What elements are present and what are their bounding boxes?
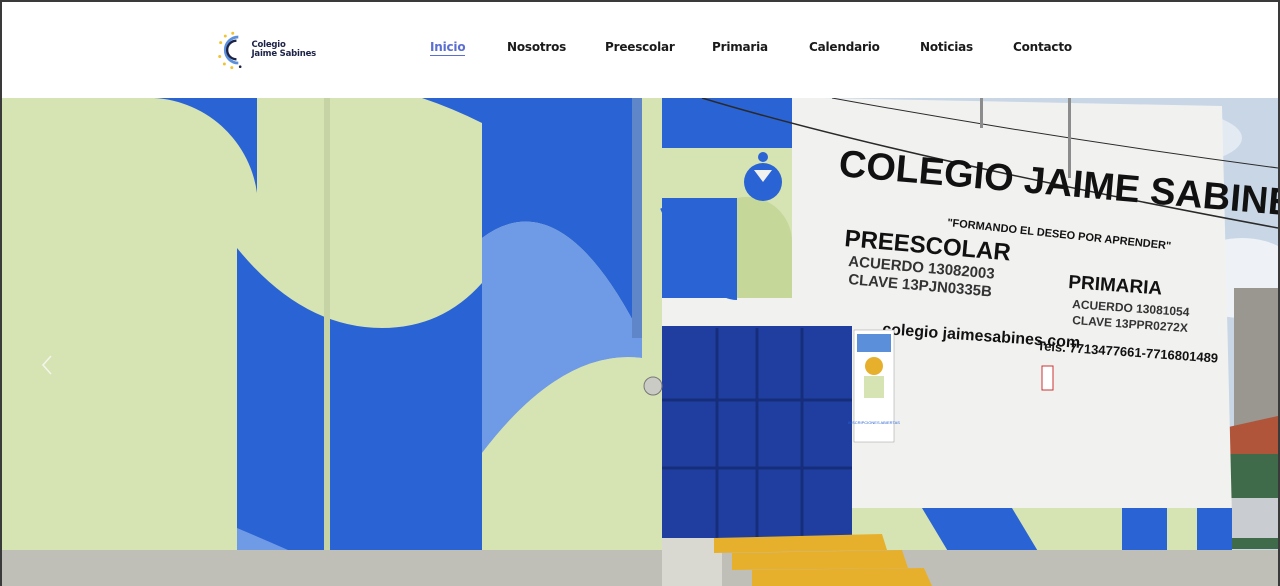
chevron-left-icon [41,355,52,375]
nav-contacto[interactable]: Contacto [1013,40,1072,54]
slider-prev-button[interactable] [36,350,58,380]
logo-icon [218,31,242,70]
nav-preescolar[interactable]: Preescolar [605,40,675,54]
hero-slider: COLEGIO JAIME SABINES "FORMANDO EL DESEO… [2,98,1278,586]
nav-nosotros[interactable]: Nosotros [507,40,566,54]
poster-caption: INSCRIPCIONES ABIERTAS [848,420,900,425]
nav-noticias[interactable]: Noticias [920,40,973,54]
nav-calendario[interactable]: Calendario [809,40,880,54]
nav-primaria[interactable]: Primaria [712,40,768,54]
hero-image: COLEGIO JAIME SABINES "FORMANDO EL DESEO… [2,98,1278,586]
logo-text: Colegio Jaime Sabines [251,40,316,59]
nav-inicio[interactable]: Inicio [430,40,466,56]
site-header: Colegio Jaime Sabines Inicio Nosotros Pr… [2,2,1278,98]
site-logo[interactable]: Colegio Jaime Sabines [216,26,316,74]
browser-viewport: Colegio Jaime Sabines Inicio Nosotros Pr… [2,2,1278,586]
